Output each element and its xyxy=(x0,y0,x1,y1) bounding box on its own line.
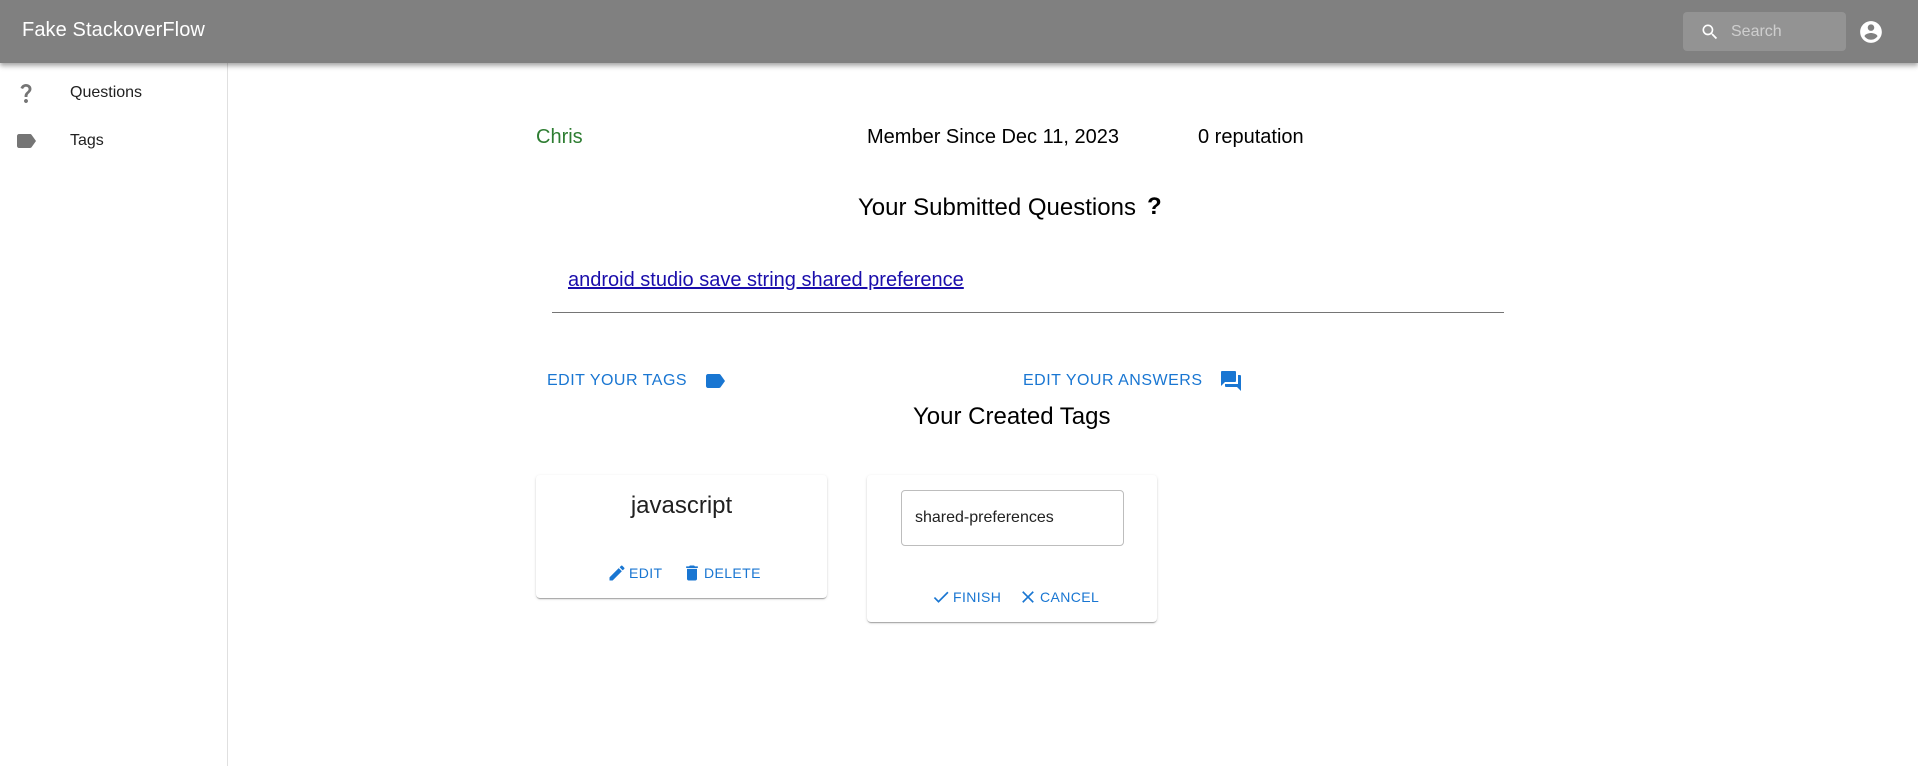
edit-answers-label: EDIT YOUR ANSWERS xyxy=(1023,372,1203,389)
delete-tag-button[interactable]: DELETE xyxy=(682,563,761,583)
question-divider xyxy=(552,312,1504,313)
app-bar: Fake StackoverFlow xyxy=(0,0,1918,63)
edit-answers-button[interactable]: EDIT YOUR ANSWERS xyxy=(1023,369,1243,393)
cancel-label: CANCEL xyxy=(1040,589,1100,605)
finish-label: FINISH xyxy=(953,589,1002,605)
submitted-questions-heading: Your Submitted Questions xyxy=(858,194,1136,221)
close-icon xyxy=(1022,591,1034,603)
edit-tags-button[interactable]: EDIT YOUR TAGS xyxy=(547,369,727,393)
tag-icon xyxy=(17,134,36,148)
sidebar-item-label: Questions xyxy=(70,84,143,101)
edit-tags-label: EDIT YOUR TAGS xyxy=(547,372,688,389)
username: Chris xyxy=(536,126,583,148)
forum-icon xyxy=(1220,371,1241,391)
sidebar-item-tags[interactable]: Tags xyxy=(0,117,227,165)
cancel-button[interactable]: CANCEL xyxy=(1018,587,1099,607)
tag-card-editing: FINISH CANCEL xyxy=(867,475,1157,622)
finish-button[interactable]: FINISH xyxy=(931,587,1001,607)
help-mark: ? xyxy=(1147,193,1162,220)
trash-icon xyxy=(686,565,698,581)
app-title[interactable]: Fake StackoverFlow xyxy=(22,19,205,42)
tag-card: javascript EDIT DELETE xyxy=(536,475,827,598)
tag-name-input[interactable] xyxy=(901,490,1124,546)
tag-name: javascript xyxy=(630,492,733,519)
edit-tag-button[interactable]: EDIT xyxy=(607,563,663,583)
question-mark-icon xyxy=(20,84,32,103)
search-icon xyxy=(1702,24,1718,40)
tag-icon xyxy=(706,374,726,388)
pencil-icon xyxy=(609,565,625,581)
check-icon xyxy=(933,591,949,603)
sidebar-item-label: Tags xyxy=(70,132,104,149)
account-circle-icon[interactable] xyxy=(1858,19,1884,45)
reputation: 0 reputation xyxy=(1198,126,1304,148)
edit-tag-label: EDIT xyxy=(629,565,663,581)
member-since: Member Since Dec 11, 2023 xyxy=(867,126,1119,148)
question-link[interactable]: android studio save string shared prefer… xyxy=(568,269,964,292)
sidebar: Questions Tags xyxy=(0,63,228,766)
delete-tag-label: DELETE xyxy=(704,565,761,581)
search-input[interactable] xyxy=(1731,21,1841,43)
sidebar-item-questions[interactable]: Questions xyxy=(0,69,227,117)
created-tags-heading: Your Created Tags xyxy=(913,403,1111,430)
search-box[interactable] xyxy=(1683,12,1846,51)
